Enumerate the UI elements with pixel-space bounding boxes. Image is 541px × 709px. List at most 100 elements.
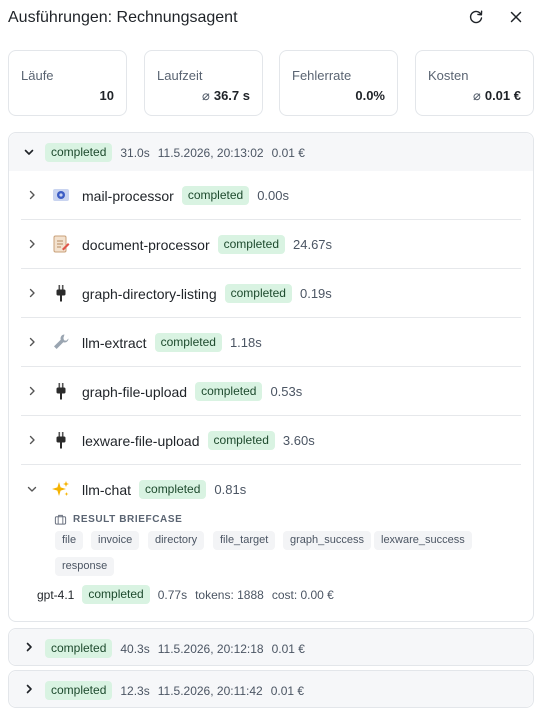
run-duration: 40.3s [120, 641, 150, 656]
briefcase-chip: file [55, 531, 84, 550]
panel-header: Ausführungen: Rechnungsagent [0, 0, 541, 34]
briefcase-chip: lexware_success [374, 531, 472, 550]
stat-label: Fehlerrate [292, 68, 352, 83]
briefcase-chip: response [55, 557, 115, 576]
plug-icon [50, 429, 72, 451]
step-name: graph-directory-listing [82, 285, 217, 302]
run-summary: completed 31.0s 11.5.2026, 20:13:02 0.01… [45, 143, 305, 162]
step-duration: 1.18s [229, 335, 262, 350]
status-badge: completed [45, 639, 113, 658]
briefcase-chip: graph_success [283, 531, 371, 550]
run-timestamp: 11.5.2026, 20:12:18 [157, 641, 264, 656]
llm-tokens: tokens: 1888 [195, 587, 264, 602]
run-card: completed 12.3s 11.5.2026, 20:11:42 0.01… [8, 670, 534, 708]
llm-duration: 0.77s [157, 587, 188, 602]
stat-value: 0.0% [355, 88, 385, 103]
run-header[interactable]: completed 40.3s 11.5.2026, 20:12:18 0.01… [9, 629, 533, 665]
status-badge: completed [139, 480, 207, 499]
run-summary: completed 40.3s 11.5.2026, 20:12:18 0.01… [45, 639, 305, 658]
status-badge: completed [45, 681, 113, 700]
run-timestamp: 11.5.2026, 20:13:02 [157, 145, 264, 160]
step-row-mail-processor[interactable]: mail-processor completed 0.00s [21, 171, 521, 220]
status-badge: completed [82, 585, 150, 604]
stat-value: ⌀ 36.7 s [202, 88, 250, 104]
step-duration: 3.60s [282, 433, 315, 448]
document-edit-icon [50, 233, 72, 255]
run-duration: 12.3s [120, 683, 150, 698]
stat-value-text: 0.0% [355, 88, 385, 103]
sparkles-icon [50, 478, 72, 500]
briefcase-chip: directory [148, 531, 205, 550]
chevron-right-icon[interactable] [25, 188, 39, 202]
chevron-right-icon[interactable] [25, 433, 39, 447]
stat-value: 10 [100, 88, 114, 103]
stat-label: Läufe [21, 68, 54, 83]
status-badge: completed [181, 186, 250, 205]
run-cost: 0.01 € [271, 145, 305, 160]
status-badge: completed [217, 235, 285, 254]
step-duration: 0.81s [214, 482, 247, 497]
refresh-button[interactable] [465, 6, 487, 28]
plug-icon [50, 380, 72, 402]
step-row-llm-chat[interactable]: llm-chat completed 0.81s [21, 465, 521, 514]
panel-title: Ausführungen: Rechnungsagent [8, 9, 238, 26]
status-badge: completed [224, 284, 292, 303]
step-name: mail-processor [82, 187, 174, 204]
step-row-lexware-file-upload[interactable]: lexware-file-upload completed 3.60s [21, 416, 521, 465]
wrench-icon [50, 331, 72, 353]
step-duration: 0.00s [257, 188, 289, 203]
status-badge: completed [45, 143, 113, 162]
chevron-down-icon[interactable] [22, 145, 36, 159]
chevron-right-icon[interactable] [22, 682, 36, 696]
stat-value-text: 36.7 s [213, 88, 250, 103]
chevron-right-icon[interactable] [25, 286, 39, 300]
step-name: llm-extract [82, 334, 147, 351]
step-row-document-processor[interactable]: document-processor completed 24.67s [21, 220, 521, 269]
status-badge: completed [207, 431, 275, 450]
chevron-right-icon[interactable] [25, 237, 39, 251]
status-badge: completed [195, 382, 263, 401]
stat-card-cost: Kosten ⌀ 0.01 € [415, 50, 534, 116]
run-header[interactable]: completed 12.3s 11.5.2026, 20:11:42 0.01… [9, 671, 533, 707]
chevron-right-icon[interactable] [25, 335, 39, 349]
step-name: document-processor [82, 236, 210, 253]
status-badge: completed [154, 333, 222, 352]
briefcase-title: RESULT BRIEFCASE [54, 513, 182, 526]
average-symbol: ⌀ [202, 88, 210, 103]
step-name: lexware-file-upload [82, 432, 200, 449]
briefcase-chip: file_target [213, 531, 276, 550]
chevron-right-icon[interactable] [25, 384, 39, 398]
chevron-down-icon[interactable] [25, 482, 39, 496]
step-row-llm-extract[interactable]: llm-extract completed 1.18s [21, 318, 521, 367]
stats-row: Läufe 10 Laufzeit ⌀ 36.7 s Fehlerrate 0.0… [8, 50, 534, 116]
close-button[interactable] [505, 6, 527, 28]
stat-card-runtime: Laufzeit ⌀ 36.7 s [144, 50, 263, 116]
stat-label: Kosten [428, 68, 469, 83]
run-summary: completed 12.3s 11.5.2026, 20:11:42 0.01… [45, 681, 304, 700]
average-symbol: ⌀ [473, 88, 481, 103]
step-duration: 24.67s [293, 237, 333, 252]
model-name: gpt-4.1 [37, 587, 75, 602]
llm-call-row: gpt-4.1 completed 0.77s tokens: 1888 cos… [37, 585, 334, 604]
chevron-right-icon[interactable] [22, 640, 36, 654]
step-row-graph-directory-listing[interactable]: graph-directory-listing completed 0.19s [21, 269, 521, 318]
plug-icon [50, 282, 72, 304]
refresh-icon [469, 10, 483, 24]
result-briefcase: RESULT BRIEFCASE file invoice directory … [54, 513, 472, 576]
step-row-graph-file-upload[interactable]: graph-file-upload completed 0.53s [21, 367, 521, 416]
stat-value: ⌀ 0.01 € [473, 88, 521, 104]
run-header[interactable]: completed 31.0s 11.5.2026, 20:13:02 0.01… [9, 133, 533, 171]
run-card: completed 40.3s 11.5.2026, 20:12:18 0.01… [8, 628, 534, 666]
mail-icon [50, 184, 72, 206]
briefcase-icon [54, 514, 67, 525]
stat-value-text: 10 [99, 88, 114, 103]
step-name: llm-chat [82, 481, 132, 498]
close-icon [510, 11, 522, 23]
run-cost: 0.01 € [270, 683, 305, 698]
stat-card-error-rate: Fehlerrate 0.0% [279, 50, 398, 116]
step-name: graph-file-upload [82, 383, 188, 400]
run-card: completed 31.0s 11.5.2026, 20:13:02 0.01… [8, 132, 534, 622]
briefcase-title-text: RESULT BRIEFCASE [73, 514, 183, 525]
run-timestamp: 11.5.2026, 20:11:42 [157, 683, 263, 698]
briefcase-chip: invoice [91, 531, 140, 550]
